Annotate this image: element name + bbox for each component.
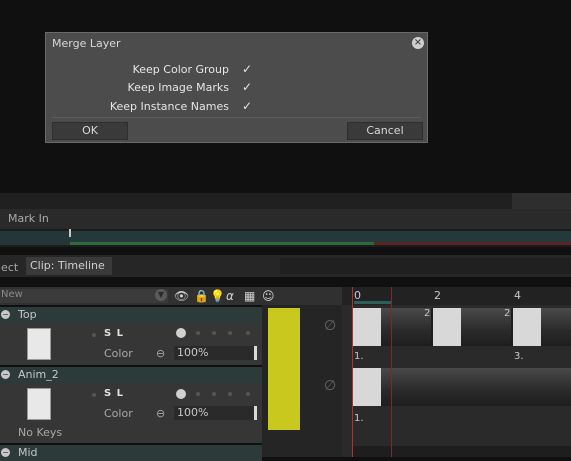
alpha-icon[interactable]: α (226, 289, 234, 303)
empty-set-icon[interactable]: ∅ (324, 378, 336, 394)
tab-bar-empty (280, 258, 571, 274)
layer-name-mid[interactable]: Mid (18, 446, 38, 459)
cel-frame[interactable] (513, 308, 541, 346)
checkmark-icon[interactable]: ✓ (242, 99, 252, 113)
minus-circle-icon[interactable]: ⊖ (156, 407, 165, 420)
new-layer-label: New (1, 289, 23, 300)
toolbar-strip-end (512, 193, 571, 209)
layer-header-top[interactable] (0, 307, 262, 323)
option-keep-instance-names-label: Keep Instance Names (109, 100, 229, 113)
lock-icon[interactable]: 🔒 (194, 289, 209, 303)
dot-icon (92, 393, 96, 397)
cel-mark: 2 (504, 308, 511, 319)
cancel-button[interactable]: Cancel (347, 122, 423, 140)
opacity-slider-handle[interactable] (254, 346, 257, 360)
empty-set-icon[interactable]: ∅ (324, 318, 336, 334)
mark-in-label[interactable]: Mark In (8, 212, 49, 225)
dot-icon (212, 331, 216, 335)
light-icon[interactable]: 💡 (210, 289, 225, 303)
collapse-icon[interactable]: − (1, 310, 10, 319)
layer-thumbnail[interactable] (27, 388, 51, 420)
no-keys-label: No Keys (18, 426, 63, 439)
opacity-field[interactable]: 100% (174, 346, 254, 360)
layer-name-top[interactable]: Top (18, 308, 37, 321)
color-label: Color (104, 347, 133, 360)
layer-name-anim2[interactable]: Anim_2 (18, 368, 59, 381)
checkmark-icon[interactable]: ✓ (242, 80, 252, 94)
dot-icon (228, 331, 232, 335)
layer-thumbnail[interactable] (27, 328, 51, 360)
toggle-circle-icon[interactable] (176, 389, 186, 399)
dialog-title: Merge Layer (52, 37, 121, 50)
option-keep-color-group-label: Keep Color Group (132, 63, 229, 76)
cel-mark: 2 (424, 308, 431, 319)
scrub-range-green (70, 242, 374, 245)
tab-project[interactable]: ject (0, 261, 18, 274)
new-layer-dropdown[interactable] (0, 289, 168, 303)
timeline-track-mid[interactable] (352, 446, 571, 457)
frame-label: 3. (514, 351, 524, 362)
dot-icon (212, 392, 216, 396)
close-icon[interactable]: × (412, 37, 424, 49)
collapse-icon[interactable]: − (1, 370, 10, 379)
eye-icon[interactable]: 👁 (174, 289, 189, 303)
mark-in-row (0, 209, 571, 229)
dot-icon (92, 333, 96, 337)
dialog-divider (52, 117, 421, 118)
ok-button[interactable]: OK (52, 122, 128, 140)
face-icon[interactable]: ☺ (262, 289, 275, 303)
cel-frame[interactable] (433, 308, 461, 346)
dot-icon (196, 392, 200, 396)
collapse-icon[interactable]: − (1, 448, 10, 457)
checkmark-icon[interactable]: ✓ (242, 62, 252, 76)
scrub-range-red (374, 242, 571, 245)
dot-icon (196, 331, 200, 335)
sl-icon[interactable]: S L (104, 328, 124, 339)
sl-icon[interactable]: S L (104, 388, 124, 399)
toggle-circle-icon[interactable] (176, 328, 186, 338)
frame-label: 1. (354, 413, 364, 424)
scrub-marker[interactable] (69, 229, 71, 237)
cel-hold (541, 308, 571, 346)
cel-hold (381, 368, 571, 406)
scrub-left (0, 231, 70, 245)
cel-frame[interactable] (353, 368, 381, 406)
chevron-down-icon[interactable]: ▼ (155, 289, 167, 301)
option-keep-image-marks-label: Keep Image Marks (127, 81, 229, 94)
dot-icon (246, 392, 250, 396)
dot-icon (228, 392, 232, 396)
dot-icon (246, 331, 250, 335)
frame-tick-4: 4 (514, 289, 521, 302)
frame-tick-2: 2 (434, 289, 441, 302)
cel-frame[interactable] (353, 308, 381, 346)
tab-clip-timeline[interactable]: Clip: Timeline (26, 257, 112, 275)
layer-color-swatch[interactable] (268, 308, 300, 430)
frame-label: 1. (354, 351, 364, 362)
layer-header-mid[interactable] (0, 445, 262, 461)
opacity-slider-handle[interactable] (254, 406, 257, 420)
merge-layer-dialog: Merge Layer × Keep Color Group ✓ Keep Im… (45, 32, 428, 143)
minus-circle-icon[interactable]: ⊖ (156, 347, 165, 360)
opacity-field[interactable]: 100% (174, 406, 254, 420)
playhead[interactable] (352, 287, 353, 457)
toolbar-strip (0, 193, 571, 209)
color-label: Color (104, 407, 133, 420)
grid-icon[interactable]: ▦ (244, 289, 255, 303)
playhead-end (391, 287, 392, 457)
current-frame-indicator (354, 301, 392, 304)
